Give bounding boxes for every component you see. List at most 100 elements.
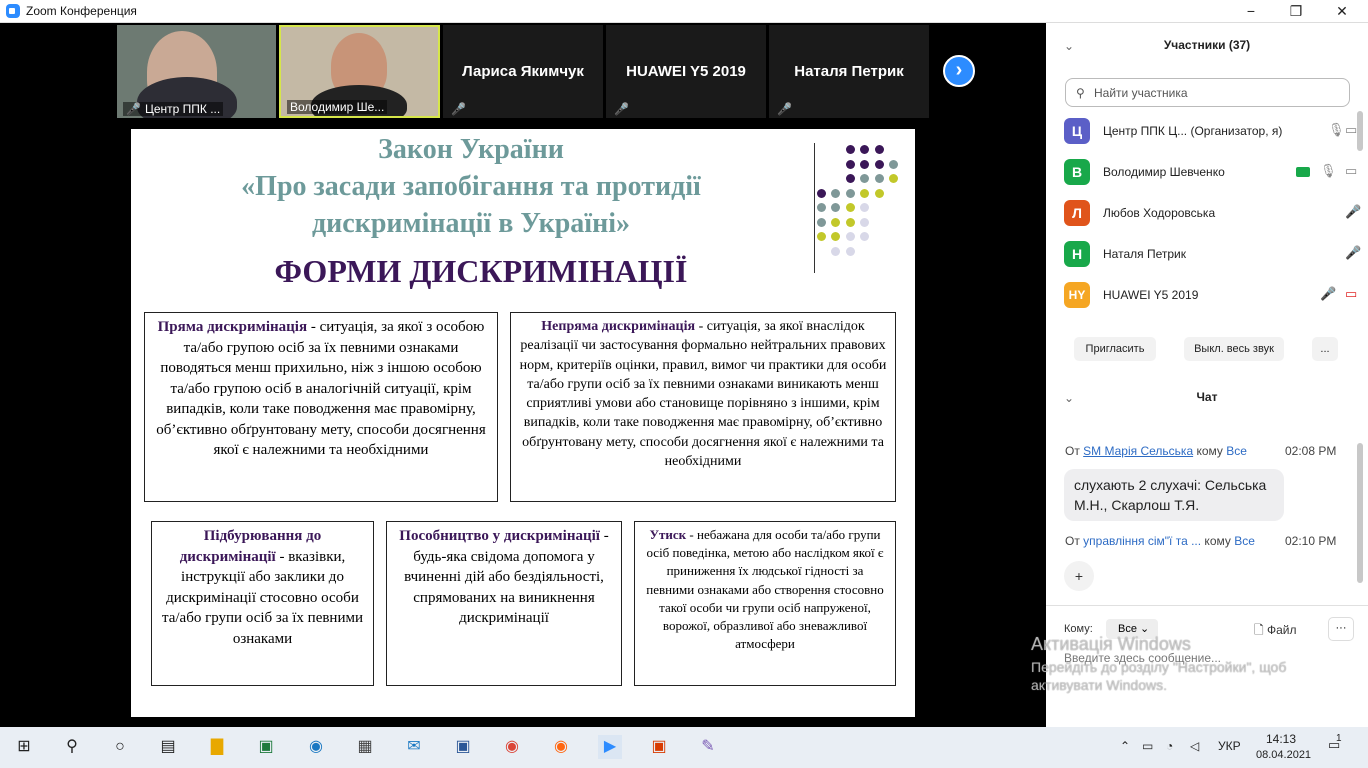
mic-muted-icon: 🎤 [126, 102, 141, 116]
decorative-dot [845, 188, 855, 198]
slide-title-line3: дискримінації в Україні» [311, 208, 630, 239]
reaction-plus-button[interactable]: + [1064, 561, 1094, 591]
invite-button[interactable]: Пригласить [1074, 337, 1156, 361]
tile-name: HUAWEI Y5 2019 [626, 63, 746, 80]
chrome-icon[interactable]: ◉ [500, 735, 524, 759]
participant-row[interactable]: Ц Центр ППК Ц... (Организатор, я) 🎙 ▭ [1064, 118, 1357, 148]
more-button[interactable]: ... [1312, 337, 1338, 361]
zoom-logo-icon [6, 4, 20, 18]
sender-link[interactable]: управління сім"ї та ... [1083, 534, 1201, 548]
term: Пряма дискримінація [157, 319, 308, 335]
clock-time[interactable]: 14:13 [1266, 732, 1296, 746]
decorative-dot [874, 145, 884, 154]
definition: - ситуація, за якої з особою та/або груп… [156, 319, 486, 458]
store-icon[interactable]: ▦ [353, 735, 377, 759]
battery-icon[interactable]: ▭ [1142, 739, 1153, 753]
mic-muted-icon: 🎤 [777, 102, 792, 116]
participant-row[interactable]: HY HUAWEI Y5 2019 🎤 ▭ [1064, 282, 1357, 312]
decorative-dot [874, 174, 884, 183]
participant-row[interactable]: Л Любов Ходоровська 🎤 [1064, 200, 1361, 230]
chat-message-bubble: слухають 2 слухачі: Сельська М.Н., Скарл… [1064, 469, 1284, 521]
message-time: 02:08 PM [1285, 444, 1337, 458]
recipient-link[interactable]: Все [1234, 534, 1255, 548]
term: Утиск [649, 527, 687, 542]
participant-name: Наталя Петрик [1103, 247, 1186, 261]
decorative-dot [860, 159, 869, 169]
participant-row[interactable]: Н Наталя Петрик 🎤 [1064, 241, 1361, 271]
mic-muted-icon[interactable]: 🎤 [1345, 245, 1361, 261]
incitement-box: Підбурювання до дискримінації - вказівки… [151, 521, 374, 686]
definition: - небажана для особи та/або групи осіб п… [646, 527, 884, 652]
chat-message-meta: От SM Марія Сельська кому Все 02:08 PM [1065, 444, 1337, 458]
excel-icon[interactable]: ▣ [254, 735, 278, 759]
notification-count: 1 [1336, 733, 1342, 744]
participant-row[interactable]: В Володимир Шевченко 🎙 ▭ [1064, 159, 1357, 189]
chat-scrollbar[interactable] [1357, 443, 1363, 583]
windows-activation-watermark: Активація Windows Перейдіть до розділу "… [1031, 634, 1287, 693]
sender-link[interactable]: SM Марія Сельська [1083, 444, 1193, 458]
video-tile[interactable]: 🎤 Центр ППК ... [117, 25, 276, 118]
definition: - ситуація, за якої внаслідок реалізації… [519, 319, 887, 470]
clock-date[interactable]: 08.04.2021 [1256, 749, 1311, 761]
close-button[interactable]: ✕ [1327, 2, 1357, 20]
participants-scrollbar[interactable] [1357, 111, 1363, 151]
decorative-dot [816, 203, 826, 212]
paint-icon[interactable]: ✎ [696, 735, 720, 759]
decorative-dot [860, 188, 869, 198]
powerpoint-icon[interactable]: ▣ [647, 735, 671, 759]
participant-search-input[interactable]: ⚲ Найти участника [1065, 78, 1350, 107]
slide-subtitle: ФОРМИ ДИСКРИМІНАЦІЇ [274, 253, 688, 289]
mute-all-button[interactable]: Выкл. весь звук [1184, 337, 1284, 361]
zoom-taskbar-icon[interactable]: ▶ [598, 735, 622, 759]
video-icon[interactable]: ▭ [1345, 122, 1357, 138]
maximize-button[interactable]: ❐ [1281, 2, 1311, 20]
video-off-icon[interactable]: ▭ [1345, 286, 1357, 302]
chat-more-button[interactable]: ··· [1328, 617, 1354, 641]
decorative-dot [831, 246, 840, 256]
file-explorer-icon[interactable]: ▇ [205, 735, 229, 759]
decorative-dot [889, 174, 898, 183]
title-bar: Zoom Конференция − ❐ ✕ [0, 0, 1368, 23]
avatar: HY [1064, 282, 1090, 308]
search-icon[interactable]: ⚲ [60, 735, 84, 759]
video-tile-active-speaker[interactable]: Володимир Ше... [279, 25, 440, 118]
minimize-button[interactable]: − [1236, 2, 1266, 20]
next-page-button[interactable]: › [943, 55, 975, 87]
decorative-dot [816, 188, 826, 198]
network-icon[interactable]: ◔ [1166, 739, 1173, 753]
task-view-icon[interactable]: ○ [108, 735, 132, 759]
video-tile[interactable]: HUAWEI Y5 2019 🎤 [606, 25, 766, 118]
recipient-link[interactable]: Все [1226, 444, 1247, 458]
video-icon[interactable]: ▭ [1345, 163, 1357, 179]
mail-icon[interactable]: ✉ [402, 735, 426, 759]
chat-header: Чат [1196, 390, 1218, 404]
shared-slide: Закон України «Про засади запобігання та… [131, 129, 915, 717]
tray-chevron-icon[interactable]: ⌃ [1120, 739, 1130, 753]
mic-icon[interactable]: 🎙 [1320, 163, 1337, 179]
decorative-dot [831, 232, 840, 241]
language-indicator[interactable]: УКР [1218, 739, 1241, 753]
harassment-box: Утиск - небажана для особи та/або групи … [634, 521, 896, 686]
decorative-dot [889, 159, 898, 169]
decorative-dot [845, 217, 855, 227]
start-icon[interactable]: ⊞ [12, 735, 36, 759]
video-tile[interactable]: Лариса Якимчук 🎤 [443, 25, 603, 118]
avatar: Ц [1064, 118, 1090, 144]
decorative-dot [816, 217, 826, 227]
decorative-dot [831, 188, 840, 198]
mic-muted-icon[interactable]: 🎤 [1345, 204, 1361, 220]
mic-icon[interactable]: 🎙 [1328, 122, 1345, 138]
decorative-dot [860, 217, 869, 227]
word-icon[interactable]: ▣ [451, 735, 475, 759]
window-title: Zoom Конференция [26, 4, 137, 18]
volume-icon[interactable]: ◁ [1190, 739, 1199, 753]
decorative-dot [816, 232, 826, 241]
indirect-discrimination-box: Непряма дискримінація - ситуація, за яко… [510, 312, 896, 502]
firefox-icon[interactable]: ◉ [549, 735, 573, 759]
mic-muted-icon[interactable]: 🎤 [1320, 286, 1336, 302]
video-tile[interactable]: Наталя Петрик 🎤 [769, 25, 929, 118]
widgets-icon[interactable]: ▤ [156, 735, 180, 759]
decorative-dot [874, 188, 884, 198]
decorative-dot [860, 203, 869, 212]
edge-icon[interactable]: ◉ [304, 735, 328, 759]
